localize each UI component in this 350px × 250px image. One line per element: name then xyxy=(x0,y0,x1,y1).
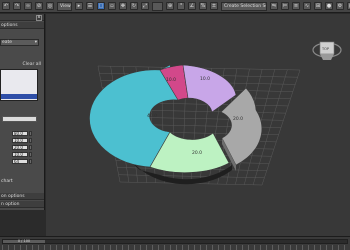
redo-icon[interactable]: ↷ xyxy=(13,2,21,10)
time-slider-bar: 0 / 100 xyxy=(0,236,350,250)
pivot-icon[interactable]: ⊕ xyxy=(166,2,174,10)
link-icon[interactable]: ∞ xyxy=(24,2,32,10)
viewcube[interactable]: TOP xyxy=(312,41,342,60)
segment-label: 40.0 xyxy=(147,113,157,119)
list-item-selected[interactable] xyxy=(1,94,37,99)
chart-link-label: chart xyxy=(1,178,13,184)
chart-link[interactable]: chart xyxy=(0,177,14,185)
segment-list[interactable] xyxy=(0,69,38,101)
viewport-canvas[interactable]: 10.0 10.0 20.0 20.0 40.0 TOP xyxy=(46,14,350,236)
grid-line xyxy=(261,69,301,186)
spinner-field[interactable]: 64 xyxy=(12,158,28,164)
time-slider-thumb[interactable]: 0 / 100 xyxy=(3,239,45,243)
spinner-snap-icon[interactable]: ± xyxy=(210,2,218,10)
align-icon[interactable]: ⊨ xyxy=(281,2,289,10)
spinner-field[interactable]: 10.0 xyxy=(12,151,28,157)
spinner-row: 20.0 xyxy=(1,144,41,150)
render-options-rollout[interactable]: on options xyxy=(0,193,44,200)
donut-chart[interactable]: 10.0 10.0 20.0 20.0 40.0 xyxy=(89,64,263,185)
unlink-icon[interactable]: ⊘ xyxy=(35,2,43,10)
spinner-arrows[interactable] xyxy=(29,144,32,150)
render-options-label: on options xyxy=(1,194,25,199)
spinner-row: 10.0 xyxy=(1,137,41,143)
anim-options-label: n option xyxy=(1,202,20,207)
render-setup-icon[interactable]: ⚙ xyxy=(336,2,344,10)
options-rollout-label: options xyxy=(1,23,18,28)
preset-value: eate xyxy=(2,40,13,45)
snap-icon[interactable]: ³ xyxy=(177,2,185,10)
preset-row xyxy=(0,31,2,39)
undo-icon[interactable]: ↶ xyxy=(2,2,10,10)
spinner-arrows[interactable] xyxy=(29,151,32,157)
view-dropdown[interactable]: View xyxy=(57,1,72,11)
reference-dropdown[interactable] xyxy=(152,1,163,11)
clear-row: Clear all xyxy=(0,60,44,68)
viewcube-cube-side xyxy=(320,54,334,60)
material-editor-icon[interactable]: ● xyxy=(325,2,333,10)
perspective-viewport[interactable]: 10.0 10.0 20.0 20.0 40.0 TOP xyxy=(46,14,350,236)
spinner-arrows[interactable] xyxy=(29,130,32,136)
mirror-icon[interactable]: ⇋ xyxy=(270,2,278,10)
anim-options-rollout[interactable]: n option xyxy=(0,201,44,208)
segment-label: 20.0 xyxy=(233,116,243,122)
spinner-arrows[interactable] xyxy=(29,158,32,164)
move-icon[interactable]: ✥ xyxy=(119,2,127,10)
selection-set-dropdown[interactable]: Create Selection Se xyxy=(221,1,267,11)
spinner-row: 80.0 xyxy=(1,130,41,136)
segment-label: 20.0 xyxy=(192,150,202,156)
bind-icon[interactable]: ◎ xyxy=(46,2,54,10)
window-crossing-icon[interactable]: ▫ xyxy=(108,2,116,10)
curve-editor-icon[interactable]: ∿ xyxy=(303,2,311,10)
script-panel: x options eate ▾ Clear all 80.0 10.0 20.… xyxy=(0,14,45,210)
rotate-icon[interactable]: ↻ xyxy=(130,2,138,10)
percent-snap-icon[interactable]: % xyxy=(199,2,207,10)
spinner-row: 10.0 xyxy=(1,151,41,157)
viewcube-label: TOP xyxy=(321,47,329,51)
main-toolbar: ↶ ↷ ∞ ⊘ ◎ View ▸ ☰ □ ▫ ✥ ↻ ⤢ ⊕ ³ ∠ % ± C… xyxy=(0,0,350,13)
segment-label: 10.0 xyxy=(200,76,210,82)
scale-icon[interactable]: ⤢ xyxy=(141,2,149,10)
apply-button[interactable] xyxy=(2,116,37,122)
chevron-down-icon: ▾ xyxy=(34,40,37,45)
segment-label: 10.0 xyxy=(166,77,176,83)
track-bar[interactable] xyxy=(2,245,348,250)
close-icon[interactable]: x xyxy=(36,15,42,21)
time-slider[interactable]: 0 / 100 xyxy=(2,239,348,244)
angle-snap-icon[interactable]: ∠ xyxy=(188,2,196,10)
select-by-name-icon[interactable]: ☰ xyxy=(86,2,94,10)
select-icon[interactable]: ▸ xyxy=(75,2,83,10)
spinner-row: 64 xyxy=(1,158,41,164)
preset-dropdown[interactable]: eate ▾ xyxy=(0,39,39,46)
layers-icon[interactable]: ≡ xyxy=(292,2,300,10)
clear-all-button[interactable]: Clear all xyxy=(23,62,41,67)
schematic-icon[interactable]: ⊞ xyxy=(314,2,322,10)
options-rollout[interactable]: options xyxy=(0,22,44,29)
spinner-arrows[interactable] xyxy=(29,137,32,143)
spinner-field[interactable]: 80.0 xyxy=(12,130,28,136)
spinner-field[interactable]: 10.0 xyxy=(12,137,28,143)
spinner-field[interactable]: 20.0 xyxy=(12,144,28,150)
region-icon[interactable]: □ xyxy=(97,2,105,10)
